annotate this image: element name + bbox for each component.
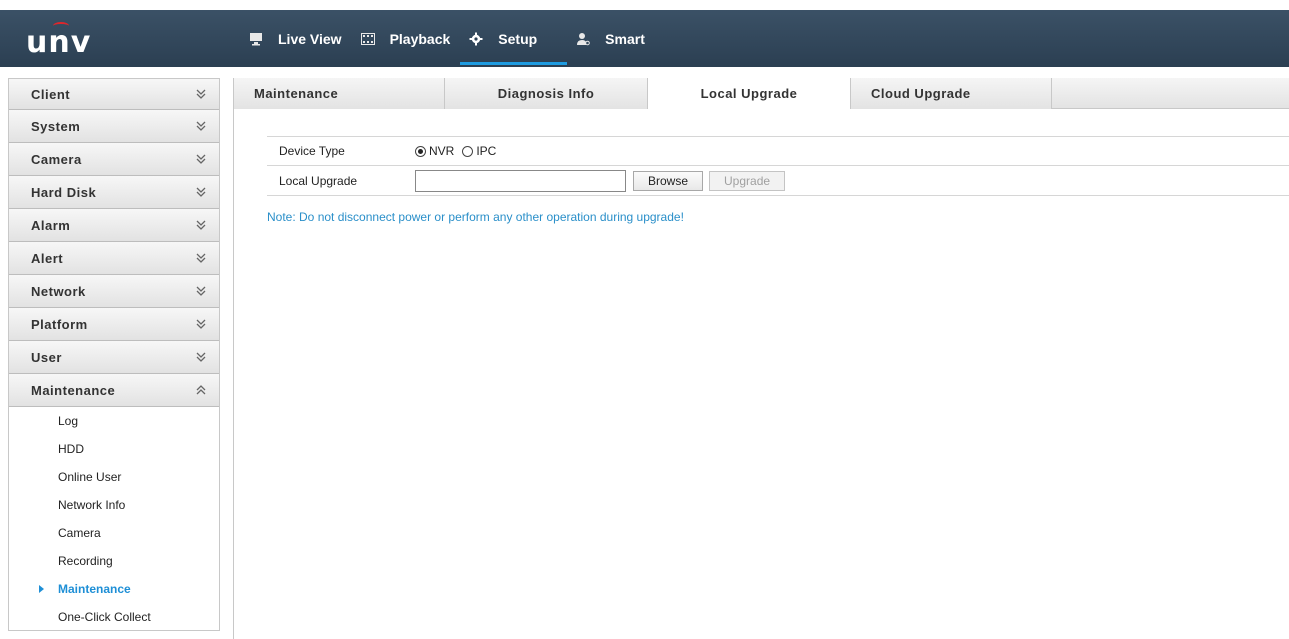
radio-ipc-indicator[interactable] [462,145,474,157]
sidebar-section-alarm[interactable]: Alarm [9,209,219,242]
top-navigation-bar: unv Live View Playback Setup Smart [0,10,1289,67]
sidebar-section-label: Camera [31,151,82,167]
local-upgrade-label: Local Upgrade [279,173,358,188]
chevron-double-down-icon [195,153,207,165]
sidebar-section-maintenance[interactable]: Maintenance [9,374,219,407]
sidebar-section-label: Platform [31,316,88,332]
tab-bar: Maintenance Diagnosis Info Local Upgrade… [234,78,1289,109]
local-upgrade-form: Device Type NVR IPC Local Upgrade Browse… [267,136,1289,224]
sidebar-section-label: Client [31,86,71,102]
nav-live-view[interactable]: Live View [240,10,352,67]
tab-local-upgrade[interactable]: Local Upgrade [648,78,851,109]
setup-sidebar: Client System Camera Hard Disk Alarm Ale… [8,78,220,631]
active-arrow-icon [39,585,44,593]
sidebar-section-label: System [31,118,81,134]
sidebar-section-camera[interactable]: Camera [9,143,219,176]
chevron-double-up-icon [195,384,207,396]
nav-smart[interactable]: Smart [567,10,655,67]
nav-smart-label: Smart [605,30,645,47]
upgrade-file-path-input[interactable] [415,169,626,192]
monitor-icon [248,31,264,47]
radio-nvr[interactable]: NVR [415,144,454,158]
sidebar-item-camera[interactable]: Camera [9,519,219,547]
upgrade-warning-note: Note: Do not disconnect power or perform… [267,210,684,224]
local-upgrade-row: Local Upgrade Browse Upgrade [267,166,1289,196]
chevron-double-down-icon [195,285,207,297]
browse-button[interactable]: Browse [633,170,704,191]
main-content: Maintenance Diagnosis Info Local Upgrade… [233,78,1289,639]
upgrade-button[interactable]: Upgrade [709,170,786,191]
radio-nvr-label: NVR [429,144,455,158]
nav-playback-label: Playback [389,30,451,47]
sidebar-item-label: Maintenance [58,582,131,596]
sidebar-section-network[interactable]: Network [9,275,219,308]
sidebar-item-log[interactable]: Log [9,407,219,435]
chevron-double-down-icon [195,88,207,100]
nav-playback[interactable]: Playback [352,10,461,67]
sidebar-item-hdd[interactable]: HDD [9,435,219,463]
radio-ipc[interactable]: IPC [462,144,496,158]
tab-bar-filler [1052,78,1289,108]
sidebar-section-client[interactable]: Client [9,79,219,110]
nav-live-view-label: Live View [278,30,342,47]
sidebar-section-label: Maintenance [31,382,116,398]
radio-ipc-label: IPC [476,144,497,158]
film-icon [360,31,376,47]
sidebar-item-maintenance[interactable]: Maintenance [9,575,219,603]
chevron-double-down-icon [195,318,207,330]
sidebar-item-online-user[interactable]: Online User [9,463,219,491]
gear-icon [468,31,484,47]
nav-setup[interactable]: Setup [460,10,568,67]
sidebar-section-system[interactable]: System [9,110,219,143]
nav-setup-label: Setup [498,30,538,47]
chevron-double-down-icon [195,186,207,198]
main-nav: Live View Playback Setup Smart [240,10,655,67]
chevron-double-down-icon [195,219,207,231]
sidebar-section-label: Alert [31,250,64,266]
unv-logo: unv [26,22,96,60]
device-type-row: Device Type NVR IPC [267,136,1289,166]
smart-person-icon [575,31,591,47]
sidebar-item-one-click-collect[interactable]: One-Click Collect [9,603,219,631]
chevron-double-down-icon [195,120,207,132]
radio-nvr-indicator[interactable] [415,145,426,157]
sidebar-section-user[interactable]: User [9,341,219,374]
maintenance-submenu: Log HDD Online User Network Info Camera … [9,407,219,631]
logo-text: unv [26,25,92,60]
device-type-label: Device Type [279,144,345,158]
sidebar-section-platform[interactable]: Platform [9,308,219,341]
tab-diagnosis-info[interactable]: Diagnosis Info [445,78,648,109]
chevron-double-down-icon [195,252,207,264]
sidebar-section-label: User [31,349,62,365]
sidebar-section-label: Hard Disk [31,184,97,200]
tab-cloud-upgrade[interactable]: Cloud Upgrade [851,78,1052,109]
sidebar-section-alert[interactable]: Alert [9,242,219,275]
tab-maintenance[interactable]: Maintenance [234,78,445,109]
sidebar-section-label: Network [31,283,86,299]
sidebar-item-recording[interactable]: Recording [9,547,219,575]
sidebar-item-network-info[interactable]: Network Info [9,491,219,519]
sidebar-section-hard-disk[interactable]: Hard Disk [9,176,219,209]
sidebar-section-label: Alarm [31,217,71,233]
chevron-double-down-icon [195,351,207,363]
